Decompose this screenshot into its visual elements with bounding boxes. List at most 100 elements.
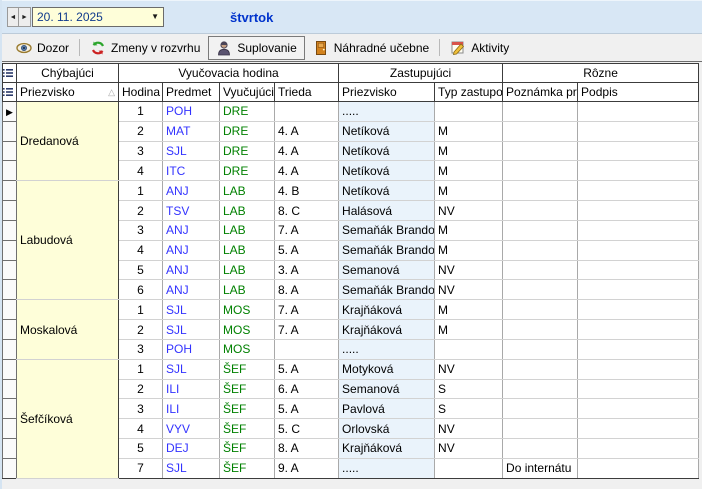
substitute-cell[interactable]: Semaňák Brando bbox=[339, 240, 435, 260]
lesson-number-cell[interactable]: 3 bbox=[119, 220, 163, 240]
note-cell[interactable] bbox=[503, 359, 578, 379]
column-chooser-button[interactable] bbox=[3, 83, 17, 102]
row-indicator[interactable] bbox=[3, 141, 17, 161]
substitution-type-cell[interactable]: NV bbox=[435, 359, 503, 379]
teacher-abbr-cell[interactable]: ŠEF bbox=[220, 439, 275, 459]
substitute-cell[interactable]: Netíková bbox=[339, 161, 435, 181]
subject-cell[interactable]: SJL bbox=[163, 320, 220, 340]
signature-cell[interactable] bbox=[578, 260, 699, 280]
note-cell[interactable] bbox=[503, 419, 578, 439]
column-header-priezvisko-absent[interactable]: Priezvisko △ bbox=[17, 83, 119, 102]
class-cell[interactable]: 5. C bbox=[275, 419, 339, 439]
substitute-cell[interactable]: Netíková bbox=[339, 121, 435, 141]
note-cell[interactable] bbox=[503, 439, 578, 459]
note-cell[interactable] bbox=[503, 102, 578, 122]
note-cell[interactable] bbox=[503, 399, 578, 419]
note-cell[interactable] bbox=[503, 320, 578, 340]
teacher-abbr-cell[interactable]: LAB bbox=[220, 280, 275, 300]
row-indicator[interactable] bbox=[3, 458, 17, 478]
substitution-type-cell[interactable]: NV bbox=[435, 201, 503, 221]
lesson-number-cell[interactable]: 3 bbox=[119, 141, 163, 161]
signature-cell[interactable] bbox=[578, 280, 699, 300]
teacher-abbr-cell[interactable]: LAB bbox=[220, 240, 275, 260]
row-indicator[interactable] bbox=[3, 320, 17, 340]
lesson-number-cell[interactable]: 4 bbox=[119, 240, 163, 260]
row-indicator[interactable] bbox=[3, 359, 17, 379]
current-row-indicator[interactable]: ▶ bbox=[3, 102, 17, 122]
substitution-type-cell[interactable]: NV bbox=[435, 260, 503, 280]
substitution-type-cell[interactable] bbox=[435, 339, 503, 359]
row-indicator[interactable] bbox=[3, 181, 17, 201]
teacher-abbr-cell[interactable]: ŠEF bbox=[220, 379, 275, 399]
substitute-cell[interactable]: ..... bbox=[339, 102, 435, 122]
row-indicator[interactable] bbox=[3, 220, 17, 240]
note-cell[interactable] bbox=[503, 260, 578, 280]
column-header-trieda[interactable]: Trieda bbox=[275, 83, 339, 102]
substitution-type-cell[interactable]: M bbox=[435, 181, 503, 201]
note-cell[interactable] bbox=[503, 280, 578, 300]
teacher-abbr-cell[interactable]: LAB bbox=[220, 220, 275, 240]
signature-cell[interactable] bbox=[578, 458, 699, 478]
lesson-number-cell[interactable]: 2 bbox=[119, 379, 163, 399]
class-cell[interactable]: 8. A bbox=[275, 280, 339, 300]
tab-suplovanie[interactable]: Suplovanie bbox=[208, 36, 304, 60]
signature-cell[interactable] bbox=[578, 201, 699, 221]
column-header-priezvisko-substitute[interactable]: Priezvisko bbox=[339, 83, 435, 102]
next-day-button[interactable]: ► bbox=[19, 7, 31, 27]
lesson-number-cell[interactable]: 5 bbox=[119, 260, 163, 280]
lesson-number-cell[interactable]: 6 bbox=[119, 280, 163, 300]
signature-cell[interactable] bbox=[578, 379, 699, 399]
class-cell[interactable]: 4. A bbox=[275, 141, 339, 161]
signature-cell[interactable] bbox=[578, 300, 699, 320]
substitution-type-cell[interactable]: M bbox=[435, 220, 503, 240]
absent-teacher-cell[interactable]: Dredanová bbox=[17, 102, 119, 181]
lesson-number-cell[interactable]: 2 bbox=[119, 201, 163, 221]
lesson-number-cell[interactable]: 7 bbox=[119, 458, 163, 478]
substitution-type-cell[interactable]: S bbox=[435, 379, 503, 399]
signature-cell[interactable] bbox=[578, 121, 699, 141]
class-cell[interactable] bbox=[275, 339, 339, 359]
substitute-cell[interactable]: Orlovská bbox=[339, 419, 435, 439]
note-cell[interactable] bbox=[503, 201, 578, 221]
note-cell[interactable]: Do internátu bbox=[503, 458, 578, 478]
teacher-abbr-cell[interactable]: DRE bbox=[220, 161, 275, 181]
note-cell[interactable] bbox=[503, 339, 578, 359]
substitution-type-cell[interactable]: M bbox=[435, 240, 503, 260]
teacher-abbr-cell[interactable]: DRE bbox=[220, 102, 275, 122]
teacher-abbr-cell[interactable]: MOS bbox=[220, 339, 275, 359]
class-cell[interactable]: 7. A bbox=[275, 300, 339, 320]
substitute-cell[interactable]: Krajňáková bbox=[339, 320, 435, 340]
substitution-type-cell[interactable]: NV bbox=[435, 280, 503, 300]
row-indicator[interactable] bbox=[3, 280, 17, 300]
substitute-cell[interactable]: Krajňáková bbox=[339, 439, 435, 459]
teacher-abbr-cell[interactable]: DRE bbox=[220, 121, 275, 141]
lesson-number-cell[interactable]: 5 bbox=[119, 439, 163, 459]
subject-cell[interactable]: ANJ bbox=[163, 220, 220, 240]
column-header-vyucujuci[interactable]: Vyučujúci bbox=[220, 83, 275, 102]
substitute-cell[interactable]: Motyková bbox=[339, 359, 435, 379]
substitute-cell[interactable]: Netíková bbox=[339, 141, 435, 161]
signature-cell[interactable] bbox=[578, 359, 699, 379]
class-cell[interactable]: 5. A bbox=[275, 399, 339, 419]
column-header-poznamka[interactable]: Poznámka pr bbox=[503, 83, 578, 102]
absent-teacher-cell[interactable]: Moskalová bbox=[17, 300, 119, 359]
class-cell[interactable]: 5. A bbox=[275, 359, 339, 379]
tab-zmeny-v-rozvrhu[interactable]: Zmeny v rozvrhu bbox=[82, 36, 208, 60]
substitute-cell[interactable]: Semanová bbox=[339, 379, 435, 399]
signature-cell[interactable] bbox=[578, 339, 699, 359]
substitution-type-cell[interactable]: M bbox=[435, 161, 503, 181]
subject-cell[interactable]: VYV bbox=[163, 419, 220, 439]
subject-cell[interactable]: SJL bbox=[163, 300, 220, 320]
class-cell[interactable]: 4. B bbox=[275, 181, 339, 201]
substitute-cell[interactable]: Krajňáková bbox=[339, 300, 435, 320]
tab-nahradne-ucebne[interactable]: Náhradné učebne bbox=[305, 36, 437, 60]
class-cell[interactable]: 4. A bbox=[275, 121, 339, 141]
lesson-number-cell[interactable]: 1 bbox=[119, 300, 163, 320]
row-indicator[interactable] bbox=[3, 300, 17, 320]
class-cell[interactable]: 4. A bbox=[275, 161, 339, 181]
row-indicator[interactable] bbox=[3, 201, 17, 221]
substitute-cell[interactable]: Semaňák Brando bbox=[339, 220, 435, 240]
tab-dozor[interactable]: Dozor bbox=[8, 36, 77, 60]
substitute-cell[interactable]: Semaňák Brando bbox=[339, 280, 435, 300]
subject-cell[interactable]: ITC bbox=[163, 161, 220, 181]
